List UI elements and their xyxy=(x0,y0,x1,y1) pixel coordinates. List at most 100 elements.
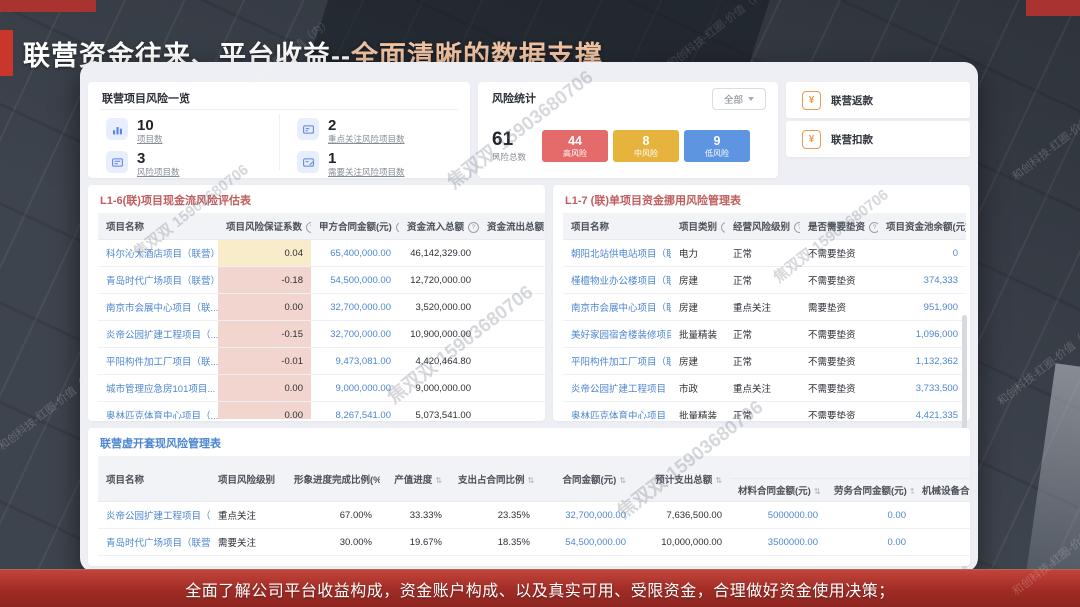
bucket-label: 中风险 xyxy=(634,149,658,158)
cell-contract[interactable]: 54,500,000.00 xyxy=(311,267,399,294)
cell-output_progress: 33.33% xyxy=(380,502,450,529)
cell-contract[interactable]: 32,700,000.00 xyxy=(538,502,634,529)
help-icon[interactable]: ? xyxy=(869,222,878,233)
col-operation-risk-level[interactable]: 经营风险级别? xyxy=(725,213,800,240)
cell-contract[interactable]: 32,700,000.00 xyxy=(311,321,399,348)
cell-est_expense: 10,000,000.00 xyxy=(634,529,730,556)
cell-contract[interactable]: 8,267,541.00 xyxy=(311,402,399,420)
cell-name[interactable]: 炎帝公园扩建工程项目（... xyxy=(563,375,671,402)
cell-name[interactable]: 平阳构件加工厂项目（联... xyxy=(563,348,671,375)
col-outflow-total[interactable]: 资金流出总额 xyxy=(479,213,545,240)
col-risk-coeff[interactable]: 项目风险保证系数?⇅ xyxy=(218,213,311,240)
cell-name[interactable]: 青岛时代广场项目（联营） xyxy=(98,529,210,556)
cell-name[interactable]: 平阳构件加工厂项目（联... xyxy=(98,348,218,375)
money-envelope-icon: ¥ xyxy=(802,91,821,110)
stat-label-link[interactable]: 风险项目数 xyxy=(137,168,180,178)
cell-labor[interactable]: 0.00 xyxy=(826,529,914,556)
cell-material[interactable]: 3500000.00 xyxy=(730,529,826,556)
cashflow-table-panel: L1-6(联)项目现金流风险评估表 项目名称 项目风险保证系数?⇅ 甲方合同金额… xyxy=(88,185,545,421)
cell-balance[interactable]: 4,421,335 xyxy=(878,402,966,420)
cell-name[interactable]: 炎帝公园扩建工程项目（联... xyxy=(98,502,210,529)
cell-balance[interactable]: 0 xyxy=(878,240,966,267)
risk-total-label: 风险总数 xyxy=(492,153,526,162)
cell-risk_level: 重点关注 xyxy=(725,294,800,321)
quick-action-label: 联营扣款 xyxy=(831,132,873,147)
cell-machine[interactable]: 1,500,000 xyxy=(914,529,970,556)
cell-material[interactable]: 4000000.00 xyxy=(730,556,826,565)
cell-contract[interactable]: 54,500,000.00 xyxy=(538,529,634,556)
sort-icon[interactable]: ⇅ xyxy=(619,476,626,485)
col-expense-ratio[interactable]: 支出占合同比例⇅ xyxy=(450,456,538,502)
col-contract-amount[interactable]: 甲方合同金额(元)?⇅ xyxy=(311,213,399,240)
sort-icon[interactable]: ⇅ xyxy=(910,487,914,496)
help-icon[interactable]: ? xyxy=(794,222,800,233)
stat-label-link[interactable]: 项目数 xyxy=(137,135,163,145)
cell-contract[interactable]: 9,473,081.00 xyxy=(311,348,399,375)
title-accent-bar xyxy=(0,30,13,76)
joint-deduction-button[interactable]: ¥ 联营扣款 xyxy=(786,121,970,157)
cell-name[interactable]: 南京市会展中心项目（联... xyxy=(563,294,671,321)
table-row: 炎帝公园扩建工程项目（...市政重点关注不需要垫资3,733,500 xyxy=(563,375,966,402)
cell-advance: 不需要垫资 xyxy=(800,402,878,420)
footer-text: 全面了解公司平台收益构成，资金账户构成、以及真实可用、受限资金，合理做好资金使用… xyxy=(185,577,895,601)
col-advance-needed[interactable]: 是否需要垫资? xyxy=(800,213,878,240)
cell-name[interactable]: 城市管理应急房101项目... xyxy=(98,375,218,402)
col-material-contract[interactable]: 材料合同金额(元)⇅ xyxy=(730,479,826,502)
sort-icon[interactable]: ⇅ xyxy=(715,476,722,485)
help-icon[interactable]: ? xyxy=(721,222,725,233)
risk-stats-title: 风险统计 xyxy=(492,90,536,106)
col-output-progress[interactable]: 产值进度⇅ xyxy=(380,456,450,502)
low-risk-bucket[interactable]: 9 低风险 xyxy=(684,130,750,162)
cell-contract[interactable]: 9,000,000.00 xyxy=(311,375,399,402)
cell-balance[interactable]: 374,333 xyxy=(878,267,966,294)
mid-risk-bucket[interactable]: 8 中风险 xyxy=(613,130,679,162)
cell-balance[interactable]: 3,733,500 xyxy=(878,375,966,402)
cell-name[interactable]: 南京市会展中心项目（联... xyxy=(98,294,218,321)
sort-icon[interactable]: ⇅ xyxy=(528,476,535,485)
stat-label-link[interactable]: 需要关注风险项目数 xyxy=(328,168,405,178)
divider xyxy=(100,109,458,110)
col-estimated-expense[interactable]: 预计支出总额⇅ xyxy=(634,456,730,502)
cell-name[interactable]: 青岛时代广场项目（联营） xyxy=(98,267,218,294)
sort-icon[interactable]: ⇅ xyxy=(435,476,442,485)
cell-name[interactable]: 炎帝公园扩建工程项目（... xyxy=(98,321,218,348)
cell-name[interactable]: 奥林匹克体育中心项目（... xyxy=(563,402,671,420)
col-inflow-total[interactable]: 资金流入总额?⇅ xyxy=(399,213,479,240)
cell-est_expense: 7,636,500.00 xyxy=(634,502,730,529)
stat-label-link[interactable]: 重点关注风险项目数 xyxy=(328,135,405,145)
cell-category: 房建 xyxy=(671,294,725,321)
sort-icon[interactable]: ⇅ xyxy=(814,487,821,496)
table-row: 奥林匹克体育中心项目（...批量精装正常不需要垫资4,421,335 xyxy=(563,402,966,420)
col-labor-contract[interactable]: 劳务合同金额(元)⇅ xyxy=(826,479,914,502)
col-contract-amount[interactable]: 合同金额(元)⇅ xyxy=(538,456,634,502)
cell-contract[interactable]: 9,473,081.00 xyxy=(538,556,634,565)
cell-name[interactable]: 朝阳北站供电站项目（联... xyxy=(563,240,671,267)
help-icon[interactable]: ? xyxy=(306,222,311,233)
cell-balance[interactable]: 1,096,000 xyxy=(878,321,966,348)
cell-material[interactable]: 5000000.00 xyxy=(730,502,826,529)
joint-refund-button[interactable]: ¥ 联营返款 xyxy=(786,82,970,118)
cell-name[interactable]: 平阳构件加工厂项目（联营） xyxy=(98,556,210,565)
col-project-category[interactable]: 项目类别? xyxy=(671,213,725,240)
cell-labor[interactable]: 800782.00 xyxy=(826,556,914,565)
cell-contract[interactable]: 65,400,000.00 xyxy=(311,240,399,267)
col-fund-pool-balance[interactable]: 项目资金池余额(元)(元)? xyxy=(878,213,966,240)
table-row: 朝阳北站供电站项目（联...电力正常不需要垫资0 xyxy=(563,240,966,267)
cell-category: 电力 xyxy=(671,240,725,267)
risk-filter-dropdown[interactable]: 全部 xyxy=(712,88,766,110)
help-icon[interactable]: ? xyxy=(468,222,479,233)
cell-name[interactable]: 槿檀物业办公楼项目（联... xyxy=(563,267,671,294)
cell-machine[interactable]: 1,030,200 xyxy=(914,556,970,565)
cell-name[interactable]: 奥林匹克体育中心项目（... xyxy=(98,402,218,420)
cell-name[interactable]: 科尔沁大酒店项目（联营） xyxy=(98,240,218,267)
cell-contract[interactable]: 32,700,000.00 xyxy=(311,294,399,321)
cell-balance[interactable]: 951,900 xyxy=(878,294,966,321)
cell-machine[interactable]: 2,630,000 xyxy=(914,502,970,529)
high-risk-bucket[interactable]: 44 高风险 xyxy=(542,130,608,162)
cell-balance[interactable]: 1,132,362 xyxy=(878,348,966,375)
misuse-table-caption: L1-7 (联)单项目资金挪用风险管理表 xyxy=(565,192,741,208)
cell-name[interactable]: 美好家园宿舍楼装修项目... xyxy=(563,321,671,348)
cell-labor[interactable]: 0.00 xyxy=(826,502,914,529)
stat-risk-project-count: 3 风险项目数 xyxy=(88,145,279,178)
help-icon[interactable]: ? xyxy=(396,222,399,233)
